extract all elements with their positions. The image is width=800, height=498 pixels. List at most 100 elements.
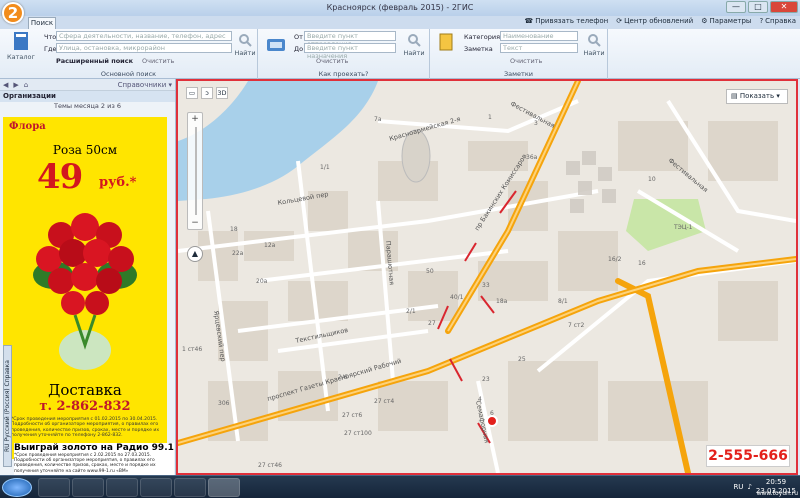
building-number: 27 ст46 bbox=[258, 462, 282, 469]
help-icon: ? bbox=[759, 17, 764, 25]
building-number: 50 bbox=[426, 268, 434, 275]
link-settings[interactable]: ⚙ Параметры bbox=[701, 17, 751, 25]
3d-toggle[interactable]: 3D bbox=[216, 87, 228, 99]
building-number: 27 ст100 bbox=[344, 430, 372, 437]
taskbar-chrome-icon[interactable] bbox=[140, 478, 172, 497]
back-icon[interactable]: ◀ bbox=[3, 81, 8, 89]
building-number: 2/6 bbox=[338, 374, 348, 381]
group-route: От Введите пункт отправления До Введите … bbox=[258, 29, 430, 79]
building-number: 27 ст4 bbox=[374, 398, 394, 405]
building-number: 1/1 bbox=[320, 164, 330, 171]
directories-dropdown[interactable]: Справочники ▾ bbox=[118, 81, 172, 89]
taskbar-media-icon[interactable] bbox=[106, 478, 138, 497]
ad-delivery: Доставка bbox=[48, 381, 122, 399]
organizations-header: Организации bbox=[0, 91, 175, 102]
taskbar-explorer-icon[interactable] bbox=[38, 478, 70, 497]
layers-icon: ▤ bbox=[731, 92, 738, 100]
map-view[interactable]: проспект Газеты Красноярский Рабочий Кра… bbox=[176, 79, 798, 475]
clear-button[interactable]: Очистить bbox=[142, 57, 174, 65]
building-number: 25 bbox=[518, 356, 526, 363]
sidebar: ◀ ▶ ⌂ Справочники ▾ Организации Темы мес… bbox=[0, 79, 197, 475]
app-logo[interactable]: 2 bbox=[2, 2, 24, 24]
building-number: 40/1 bbox=[450, 294, 464, 301]
group-basic-search: Каталог Что Сфера деятельности, название… bbox=[0, 29, 258, 79]
sidebar-toolbar: ◀ ▶ ⌂ Справочники ▾ bbox=[0, 79, 175, 91]
ribbon-tabs: Поиск ☎ Привязать телефон ⟳ Центр обновлен… bbox=[0, 16, 800, 29]
tab-search[interactable]: Поиск bbox=[28, 17, 56, 29]
building-number: 8/1 bbox=[558, 298, 568, 305]
map-canvas[interactable]: проспект Газеты Красноярский Рабочий Кра… bbox=[178, 81, 796, 473]
taskbar-skype-icon[interactable] bbox=[174, 478, 206, 497]
where-input[interactable]: Улица, остановка, микрорайон bbox=[56, 43, 232, 53]
building-number: 1 bbox=[488, 114, 492, 121]
map-ad-phone[interactable]: 2-555-666 bbox=[706, 445, 790, 467]
building-number: 36а bbox=[526, 154, 538, 161]
ad-phone: т. 2-862-832 bbox=[39, 399, 131, 414]
zoom-slider[interactable] bbox=[195, 127, 197, 215]
building-number: 4 bbox=[478, 396, 482, 403]
notes-clear-button[interactable]: Очистить bbox=[510, 57, 542, 65]
note-input[interactable]: Текст bbox=[500, 43, 578, 53]
route-icon bbox=[267, 39, 285, 51]
tray-lang[interactable]: RU bbox=[733, 483, 743, 491]
building-number: 27 ст6 bbox=[342, 412, 362, 419]
language-vertical-tab[interactable]: RU Русский (Россия) Справка bbox=[3, 345, 12, 467]
building-number: 12а bbox=[264, 242, 276, 249]
taskbar-2gis-icon[interactable] bbox=[208, 478, 240, 497]
compass-icon[interactable]: ▲ bbox=[187, 246, 203, 262]
building-number: 20а bbox=[256, 278, 268, 285]
location-marker[interactable] bbox=[486, 415, 498, 427]
ticker-text: *Срок проведения мероприятия с 2.02.2015… bbox=[14, 453, 156, 474]
building-number: 23 bbox=[482, 376, 490, 383]
zoom-out-button[interactable]: − bbox=[188, 217, 202, 229]
what-input[interactable]: Сфера деятельности, название, телефон, а… bbox=[56, 31, 232, 41]
lasso-tool-icon[interactable]: ↄ bbox=[201, 87, 213, 99]
notes-find-button[interactable]: Найти bbox=[582, 33, 606, 57]
theme-counter[interactable]: Темы месяца 2 из 6 bbox=[0, 102, 175, 111]
phone-icon: ☎ bbox=[524, 17, 534, 25]
building-number: 18а bbox=[496, 298, 508, 305]
building-number: 18 bbox=[230, 226, 238, 233]
start-button[interactable] bbox=[2, 478, 32, 497]
route-clear-button[interactable]: Очистить bbox=[316, 57, 348, 65]
ad-fine-print: *Срок проведения мероприятия с 01.02.201… bbox=[11, 417, 160, 439]
ruler-tool-icon[interactable]: ▭ bbox=[186, 87, 198, 99]
link-update-center[interactable]: ⟳ Центр обновлений bbox=[616, 17, 693, 25]
advanced-search-link[interactable]: Расширенный поиск bbox=[56, 57, 133, 65]
route-find-button[interactable]: Найти bbox=[402, 33, 426, 57]
link-bind-phone[interactable]: ☎ Привязать телефон bbox=[524, 17, 608, 25]
route-from-input[interactable]: Введите пункт отправления bbox=[304, 31, 396, 48]
zoom-control: + − bbox=[187, 112, 203, 230]
volume-icon[interactable]: ♪ bbox=[747, 483, 751, 491]
find-button[interactable]: Найти bbox=[234, 33, 256, 57]
show-layers-button[interactable]: ▤ Показать ▾ bbox=[726, 89, 788, 104]
ad-brand: Флора bbox=[9, 121, 46, 132]
radio-ticker[interactable]: Выиграй золото на Радио 99.1 FM* *Срок п… bbox=[14, 443, 197, 475]
close-button[interactable]: ✕ bbox=[770, 1, 798, 13]
building-number: 6 bbox=[490, 410, 494, 417]
zoom-in-button[interactable]: + bbox=[188, 113, 202, 125]
taskbar-opera-icon[interactable] bbox=[72, 478, 104, 497]
minimize-button[interactable]: — bbox=[726, 1, 746, 13]
link-help[interactable]: ? Справка bbox=[759, 17, 796, 25]
ad-currency: руб.* bbox=[99, 175, 137, 190]
search-icon bbox=[588, 34, 601, 47]
building-number: 22а bbox=[232, 250, 244, 257]
search-icon bbox=[408, 34, 421, 47]
catalog-icon bbox=[14, 32, 28, 50]
building-number: 306 bbox=[218, 400, 230, 407]
home-icon[interactable]: ⌂ bbox=[24, 81, 28, 89]
window-title: Красноярск (февраль 2015) - 2ГИС bbox=[326, 3, 474, 12]
forward-icon[interactable]: ▶ bbox=[13, 81, 18, 89]
watermark: www.toyun.ru bbox=[756, 490, 798, 497]
maximize-button[interactable]: □ bbox=[748, 1, 768, 13]
building-number: 2/1 bbox=[406, 308, 416, 315]
ad-banner[interactable]: Флора Роза 50см 49 руб.* Доставка т. 2-8… bbox=[3, 117, 167, 459]
building-number: 33 bbox=[482, 282, 490, 289]
route-to-input[interactable]: Введите пункт назначения bbox=[304, 43, 396, 60]
search-icon bbox=[239, 34, 252, 47]
taskbar: RU ♪ 20:59 23.03.2015 www.toyun.ru bbox=[0, 475, 800, 498]
catalog-button[interactable]: Каталог bbox=[6, 31, 36, 61]
group-notes: Категория Наименование Заметка Текст Очи… bbox=[430, 29, 608, 79]
category-select[interactable]: Наименование bbox=[500, 31, 578, 41]
